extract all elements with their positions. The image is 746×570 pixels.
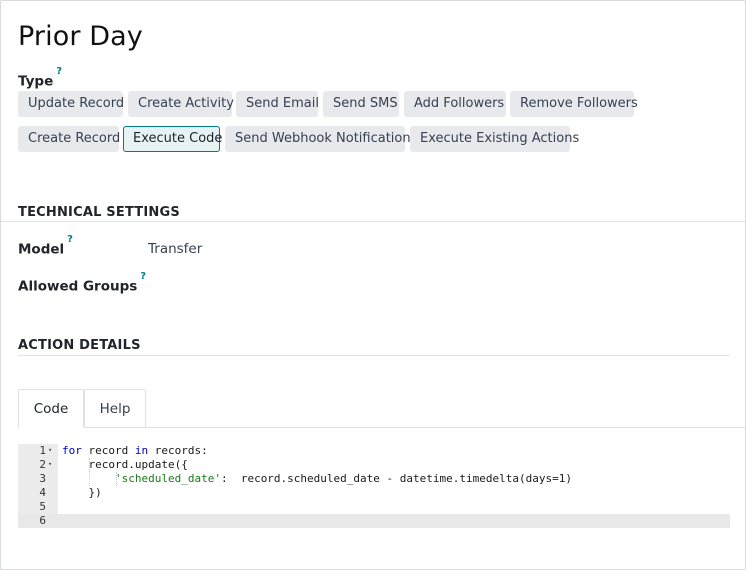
line-number: 3 (39, 472, 46, 485)
technical-settings-title: TECHNICAL SETTINGS (18, 205, 180, 220)
tab-help[interactable]: Help (84, 389, 146, 428)
line-number: 2 (39, 458, 46, 471)
type-option-create-record[interactable]: Create Record (18, 126, 120, 152)
code-text: }) (62, 486, 102, 499)
code-text: for record in records: (62, 444, 208, 457)
tab-code[interactable]: Code (18, 389, 84, 428)
fold-arrow-icon[interactable]: ▾ (48, 457, 52, 471)
code-line[interactable]: 5 (18, 500, 730, 514)
line-number: 5 (39, 500, 46, 513)
indent-guide (89, 458, 90, 486)
code-line[interactable]: 4 }) (18, 486, 730, 500)
indent-guide (116, 472, 117, 486)
action-details-title: ACTION DETAILS (18, 338, 141, 353)
type-label-text: Type (18, 73, 54, 90)
code-editor[interactable]: 1 ▾ for record in records: 2 ▾ record.up… (18, 444, 730, 528)
type-option-add-followers[interactable]: Add Followers (404, 91, 506, 117)
code-text: 'scheduled_date': record.scheduled_date … (114, 472, 572, 485)
page-title: Prior Day (18, 21, 143, 52)
fold-arrow-icon[interactable]: ▾ (48, 443, 52, 457)
code-line[interactable]: 2 ▾ record.update({ (18, 458, 730, 472)
line-number: 4 (39, 486, 46, 499)
type-option-send-sms[interactable]: Send SMS (323, 91, 399, 117)
model-value: Transfer (148, 241, 203, 257)
code-line[interactable]: 3 'scheduled_date': record.scheduled_dat… (18, 472, 730, 486)
type-option-send-webhook-notification[interactable]: Send Webhook Notification (225, 126, 411, 152)
allowed-groups-label: Allowed Groups? (18, 271, 146, 295)
type-option-send-email[interactable]: Send Email (236, 91, 319, 117)
type-option-update-record[interactable]: Update Record (18, 91, 124, 117)
line-number: 6 (39, 514, 46, 527)
code-line-current[interactable]: 6 (18, 514, 730, 528)
code-line[interactable]: 1 ▾ for record in records: (18, 444, 730, 458)
type-option-execute-code[interactable]: Execute Code (123, 126, 222, 152)
line-number: 1 (39, 444, 46, 457)
model-label: Model? (18, 234, 73, 258)
technical-settings-divider (1, 221, 746, 222)
type-option-execute-existing-actions[interactable]: Execute Existing Actions (410, 126, 579, 152)
code-text: record.update({ (62, 458, 188, 471)
type-option-create-activity[interactable]: Create Activity (128, 91, 234, 117)
form-sheet: Prior Day Type? Update Record Create Act… (0, 0, 746, 570)
model-label-text: Model (18, 241, 65, 258)
type-help-icon[interactable]: ? (56, 66, 62, 77)
type-option-remove-followers[interactable]: Remove Followers (510, 91, 638, 117)
model-help-icon[interactable]: ? (67, 234, 73, 245)
type-label: Type? (18, 66, 62, 90)
allowed-groups-label-text: Allowed Groups (18, 278, 138, 295)
action-details-divider (18, 355, 730, 356)
allowed-groups-help-icon[interactable]: ? (140, 271, 146, 282)
